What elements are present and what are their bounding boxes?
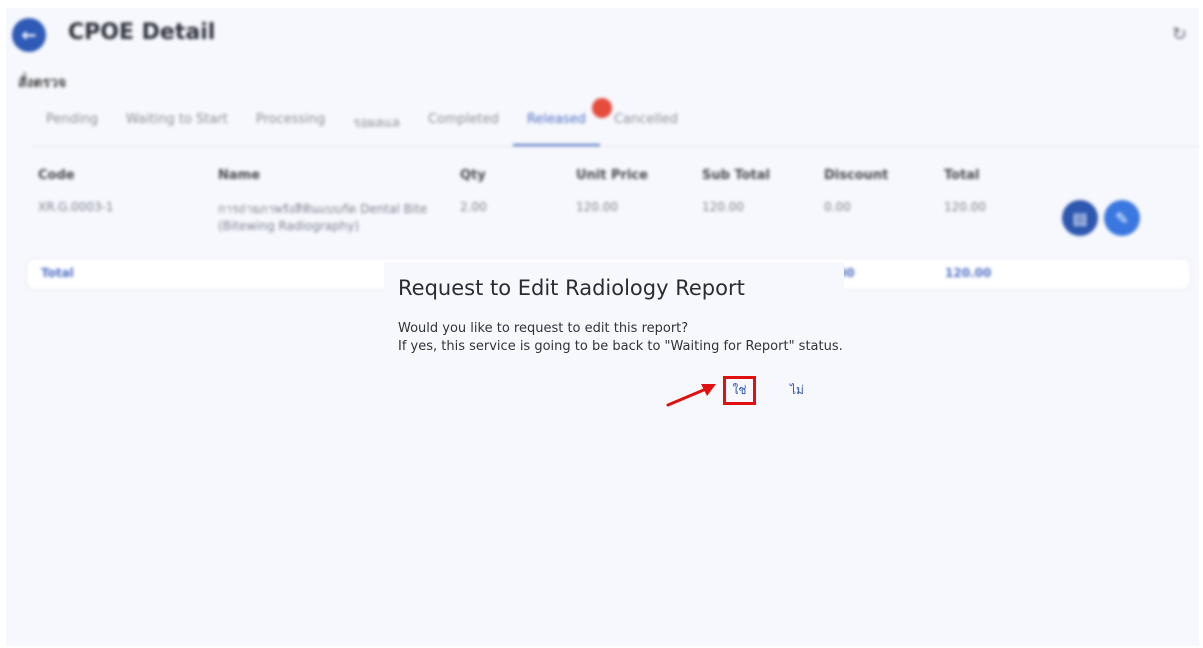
col-total: Total: [944, 168, 980, 183]
tab-released[interactable]: Released: [512, 98, 612, 147]
total-label: Total: [41, 266, 74, 280]
edit-icon: ✎: [1115, 208, 1129, 228]
dialog-title: Request to Edit Radiology Report: [398, 276, 745, 300]
report-button[interactable]: ▤: [1062, 200, 1098, 236]
back-button[interactable]: ←: [12, 18, 46, 52]
cell-unit-price: 120.00: [576, 200, 618, 214]
cell-code: XR.G.0003-1: [38, 200, 114, 214]
tab-released-label: Released: [526, 112, 586, 127]
yes-button[interactable]: ใช่: [723, 376, 756, 405]
cell-total: 120.00: [944, 200, 986, 214]
tab-completed[interactable]: Completed: [414, 112, 513, 147]
tab-waiting-to-start[interactable]: Waiting to Start: [112, 112, 242, 147]
row-actions: ▤ ✎: [1062, 200, 1140, 236]
col-qty: Qty: [460, 168, 486, 183]
col-unit-price: Unit Price: [576, 168, 648, 183]
table-header: Code Name Qty Unit Price Sub Total Disco…: [38, 168, 1038, 186]
edit-request-button[interactable]: ✎: [1104, 200, 1140, 236]
app-window: ← CPOE Detail ↻ สั่งตรวจ Pending Waiting…: [6, 8, 1199, 646]
tabs-divider: [32, 146, 1199, 147]
tab-pending[interactable]: Pending: [32, 112, 112, 147]
page-title: CPOE Detail: [68, 20, 216, 45]
tab-waiting-result[interactable]: รอผลแล: [339, 112, 414, 147]
dialog-message: Would you like to request to edit this r…: [398, 320, 843, 356]
cell-sub-total: 120.00: [702, 200, 744, 214]
total-value: 120.00: [945, 266, 992, 280]
status-tabs: Pending Waiting to Start Processing รอผล…: [32, 98, 692, 147]
col-code: Code: [38, 168, 75, 183]
cell-name-line1: การถ่ายภาพรังสีฟันแบบกัด Dental Bite: [218, 202, 428, 216]
arrow-left-icon: ←: [21, 24, 37, 46]
edit-report-dialog: Request to Edit Radiology Report Would y…: [384, 262, 844, 412]
document-icon: ▤: [1072, 208, 1088, 228]
col-sub-total: Sub Total: [702, 168, 770, 183]
col-discount: Discount: [824, 168, 889, 183]
section-label: สั่งตรวจ: [18, 75, 67, 91]
cell-name-line2: (Bitewing Radiography): [218, 219, 360, 233]
dialog-message-line2: If yes, this service is going to be back…: [398, 339, 843, 354]
tab-cancelled[interactable]: Cancelled: [600, 112, 692, 147]
col-name: Name: [218, 168, 261, 183]
annotation-arrow-icon: [666, 384, 716, 407]
cell-name: การถ่ายภาพรังสีฟันแบบกัด Dental Bite (Bi…: [218, 200, 427, 233]
refresh-icon[interactable]: ↻: [1172, 24, 1187, 45]
tab-processing[interactable]: Processing: [242, 112, 339, 147]
cell-qty: 2.00: [460, 200, 487, 214]
cell-discount: 0.00: [824, 200, 851, 214]
no-button[interactable]: ไม่: [780, 376, 814, 405]
table-row: XR.G.0003-1 การถ่ายภาพรังสีฟันแบบกัด Den…: [38, 200, 1038, 240]
dialog-message-line1: Would you like to request to edit this r…: [398, 321, 689, 336]
